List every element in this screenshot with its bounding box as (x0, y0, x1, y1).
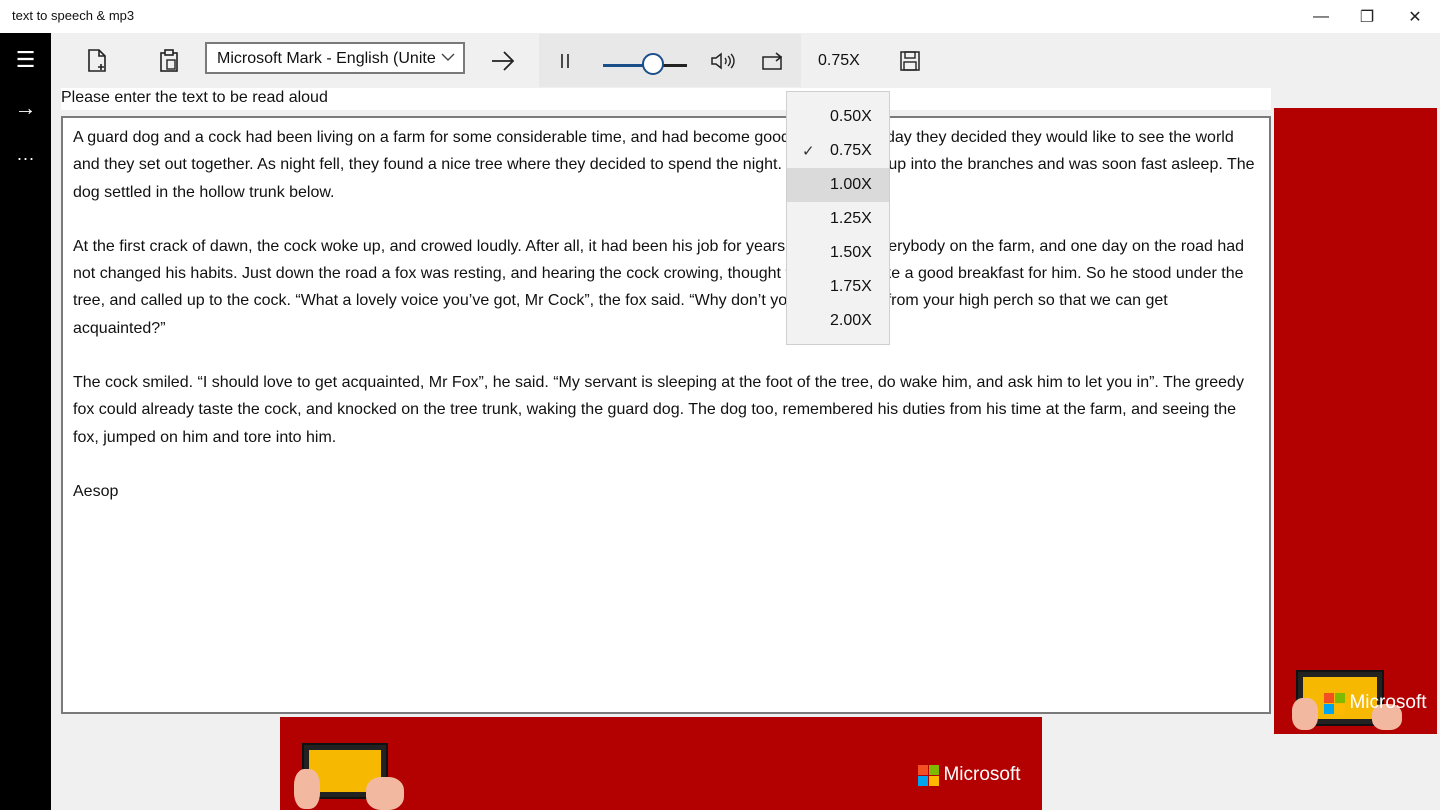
rail-go-button[interactable]: → (0, 85, 51, 131)
speaker-icon (711, 52, 735, 70)
prompt-label: Please enter the text to be read aloud (61, 89, 328, 106)
speed-option[interactable]: 0.50X (787, 100, 889, 134)
windows-logo-icon (918, 764, 939, 786)
speed-option-checked[interactable]: ✓ 0.75X (787, 134, 889, 168)
close-icon: ✕ (1408, 8, 1422, 26)
save-icon (900, 51, 920, 71)
windows-logo-icon (1324, 692, 1345, 714)
close-button[interactable]: ✕ (1392, 0, 1438, 33)
ad-brand-text: Microsoft (1349, 692, 1427, 713)
ad-brand-text: Microsoft (943, 764, 1021, 785)
restore-icon: ❐ (1359, 8, 1375, 26)
speed-option[interactable]: 1.50X (787, 236, 889, 270)
loop-icon (762, 52, 783, 70)
microsoft-logo: Microsoft (1324, 692, 1427, 714)
volume-button[interactable] (705, 43, 741, 79)
minimize-button[interactable]: — (1298, 0, 1344, 33)
left-rail: ☰ → ··· (0, 33, 51, 810)
paste-button[interactable] (151, 43, 187, 79)
restore-button[interactable]: ❐ (1344, 0, 1390, 33)
text-paragraph: A guard dog and a cock had been living o… (73, 129, 1255, 201)
hand-image (1292, 698, 1318, 730)
voice-selected: Microsoft Mark - English (Unite (217, 50, 436, 67)
voice-dropdown[interactable]: Microsoft Mark - English (Unite (205, 42, 465, 74)
repeat-button[interactable] (755, 43, 791, 79)
prompt-bar: Please enter the text to be read aloud (61, 88, 1271, 110)
text-paragraph: At the first crack of dawn, the cock wok… (73, 237, 1245, 337)
speed-menu: 0.50X ✓ 0.75X 1.00X 1.25X 1.50X 1.75X 2.0… (786, 91, 890, 345)
speed-option[interactable]: 1.25X (787, 202, 889, 236)
ad-banner-bottom[interactable]: Microsoft (280, 717, 1042, 810)
checkmark-icon: ✓ (802, 143, 815, 160)
hand-image (366, 777, 404, 810)
speed-option-hovered[interactable]: 1.00X (787, 168, 889, 202)
arrow-right-icon: → (14, 95, 37, 120)
save-button[interactable] (892, 43, 928, 79)
hand-image (294, 769, 320, 809)
chevron-down-icon (441, 50, 455, 67)
hamburger-menu-button[interactable]: ☰ (0, 37, 51, 83)
ad-banner-right[interactable]: Microsoft (1274, 108, 1437, 734)
microsoft-logo: Microsoft (918, 764, 1021, 786)
pause-icon (561, 54, 569, 68)
playback-controls (539, 34, 801, 87)
text-input-area[interactable]: A guard dog and a cock had been living o… (61, 116, 1271, 714)
hamburger-icon: ☰ (15, 47, 36, 72)
speed-option[interactable]: 1.75X (787, 270, 889, 304)
play-button[interactable] (485, 43, 521, 79)
text-paragraph: Aesop (73, 482, 119, 500)
arrow-right-icon (492, 51, 515, 71)
speed-label[interactable]: 0.75X (818, 52, 860, 70)
title-bar: text to speech & mp3 — ❐ ✕ (0, 0, 1440, 33)
more-button[interactable]: ··· (0, 135, 51, 181)
speed-option[interactable]: 2.00X (787, 304, 889, 338)
pause-button[interactable] (547, 43, 583, 79)
text-paragraph: The cock smiled. “I should love to get a… (73, 374, 1244, 446)
new-document-button[interactable] (79, 43, 115, 79)
clipboard-icon (160, 49, 178, 72)
minimize-icon: — (1313, 7, 1329, 25)
slider-thumb[interactable] (642, 53, 665, 75)
toolbar: Microsoft Mark - English (Unite 0.75X (61, 34, 1271, 87)
window-title: text to speech & mp3 (12, 8, 135, 23)
new-document-icon (88, 49, 106, 72)
more-icon: ··· (16, 147, 35, 168)
speed-slider[interactable] (603, 53, 687, 75)
